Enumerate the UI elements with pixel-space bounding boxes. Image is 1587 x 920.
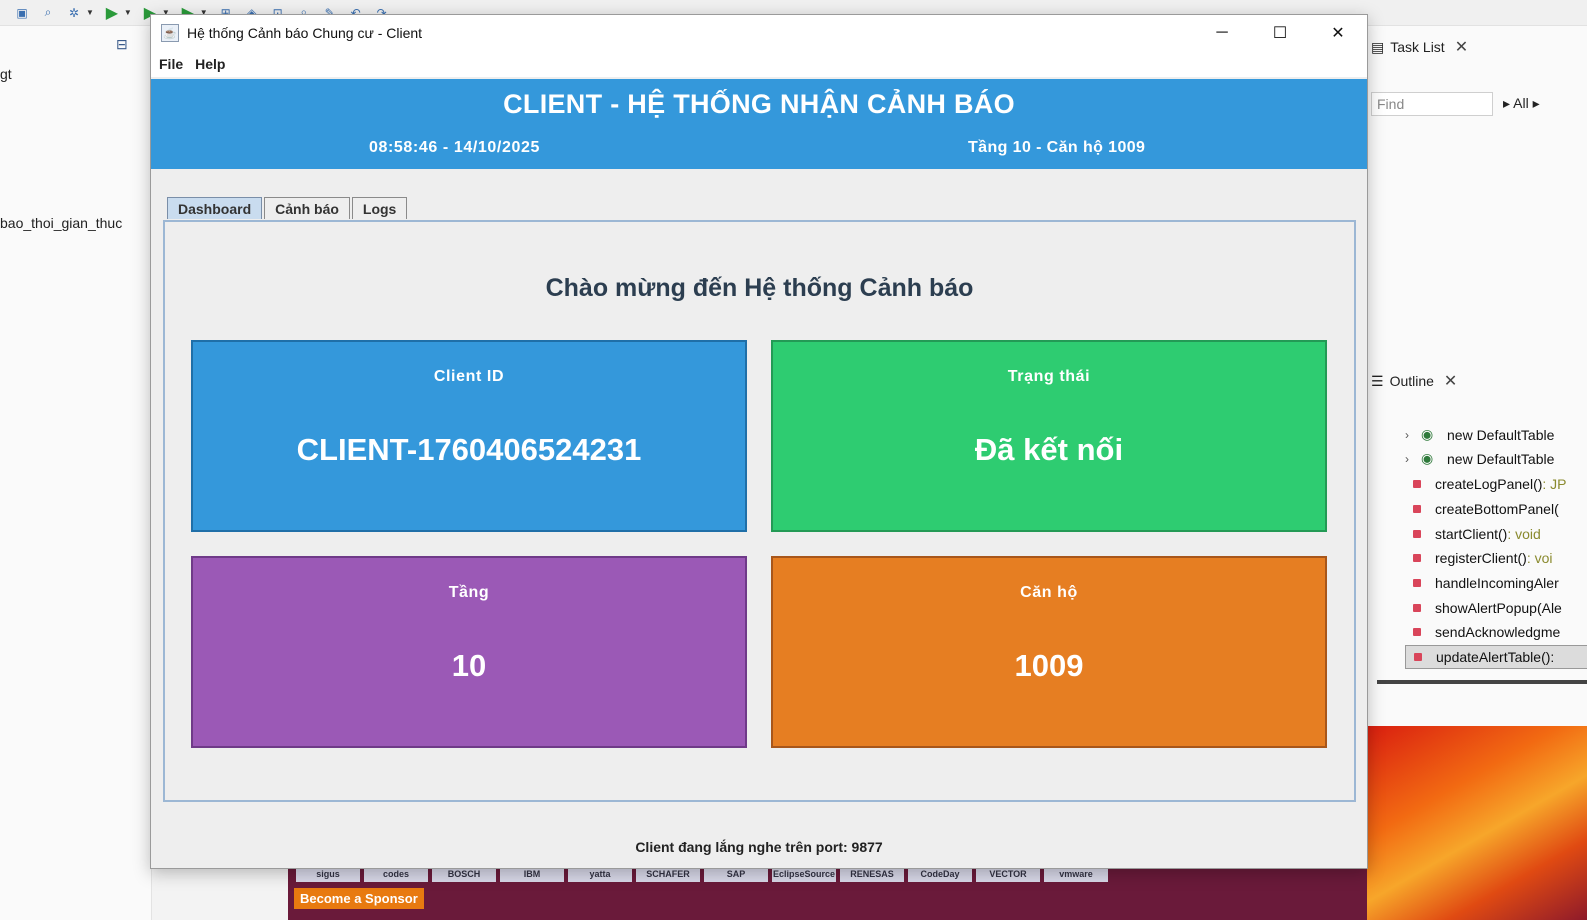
outline-item-type: : void bbox=[1507, 526, 1541, 542]
card-label: Căn hộ bbox=[1020, 584, 1078, 601]
outline-item[interactable]: › ◉ new DefaultTable bbox=[1367, 447, 1554, 471]
run-icon[interactable]: ▶ bbox=[104, 5, 120, 22]
client-window: ☕ Hệ thống Cảnh báo Chung cư - Client ─ … bbox=[150, 14, 1368, 869]
menu-bar: File Help bbox=[151, 51, 1367, 77]
dropdown-arrow-icon[interactable]: ▼ bbox=[86, 8, 94, 17]
client-id-card: Client ID CLIENT-1760406524231 bbox=[191, 340, 747, 532]
close-icon[interactable]: ✕ bbox=[1455, 37, 1468, 57]
outline-label: Outline bbox=[1389, 373, 1434, 389]
tree-item[interactable]: gt bbox=[0, 66, 12, 82]
header-datetime: 08:58:46 - 14/10/2025 bbox=[369, 139, 540, 156]
apartment-card: Căn hộ 1009 bbox=[771, 556, 1327, 748]
debug-icon[interactable]: ✲ bbox=[66, 5, 82, 21]
private-method-icon bbox=[1413, 505, 1421, 513]
chevron-right-icon[interactable]: › bbox=[1405, 428, 1421, 442]
tab-alerts[interactable]: Cảnh báo bbox=[264, 197, 350, 219]
outline-item[interactable]: showAlertPopup(Ale bbox=[1367, 596, 1562, 620]
outline-item[interactable]: sendAcknowledgme bbox=[1367, 620, 1560, 644]
outline-item-label: registerClient() bbox=[1435, 550, 1527, 566]
sponsor-strip: sigus codes BOSCH IBM yatta SCHAFER SAP … bbox=[288, 866, 1367, 920]
card-label: Tầng bbox=[448, 584, 490, 601]
dropdown-arrow-icon[interactable]: ▼ bbox=[124, 8, 132, 17]
horizontal-scrollbar[interactable] bbox=[1377, 680, 1587, 684]
outline-item-label: createLogPanel() bbox=[1435, 476, 1543, 492]
card-value: Đã kết nối bbox=[974, 432, 1124, 467]
private-method-icon bbox=[1413, 579, 1421, 587]
outline-item[interactable]: registerClient() : voi bbox=[1367, 546, 1553, 570]
outline-item-label: new DefaultTable bbox=[1447, 451, 1555, 467]
private-method-icon bbox=[1413, 530, 1421, 538]
anonymous-class-icon: ◉ bbox=[1421, 450, 1434, 466]
outline-item-label: showAlertPopup(Ale bbox=[1435, 600, 1562, 616]
task-list-tab[interactable]: ▤ Task List ✕ bbox=[1367, 34, 1468, 60]
desktop-wallpaper bbox=[1366, 726, 1587, 920]
card-value: CLIENT-1760406524231 bbox=[296, 432, 642, 467]
outline-item[interactable]: handleIncomingAler bbox=[1367, 571, 1559, 595]
outline-item[interactable]: › ◉ new DefaultTable bbox=[1367, 423, 1554, 447]
header-location: Tầng 10 - Căn hộ 1009 bbox=[968, 139, 1146, 156]
close-icon[interactable]: ✕ bbox=[1444, 371, 1457, 391]
status-card: Trạng thái Đã kết nối bbox=[771, 340, 1327, 532]
task-list-label: Task List bbox=[1390, 39, 1445, 55]
private-method-icon bbox=[1413, 628, 1421, 636]
title-bar[interactable]: ☕ Hệ thống Cảnh báo Chung cư - Client ─ … bbox=[151, 15, 1367, 51]
task-filter[interactable]: ▸ All ▸ bbox=[1503, 95, 1540, 112]
collapse-all-icon[interactable]: ⊟ bbox=[116, 36, 128, 53]
card-value: 10 bbox=[451, 648, 487, 683]
outline-item-label: createBottomPanel( bbox=[1435, 501, 1559, 517]
tab-dashboard[interactable]: Dashboard bbox=[167, 197, 263, 219]
tree-item[interactable]: bao_thoi_gian_thuc bbox=[0, 215, 122, 231]
outline-item-type: : bbox=[1550, 649, 1555, 665]
select-icon[interactable]: ⌕ bbox=[40, 5, 56, 21]
private-method-icon bbox=[1414, 653, 1422, 661]
warning-method-icon bbox=[1413, 604, 1421, 612]
outline-item-label: updateAlertTable() bbox=[1436, 649, 1551, 665]
outline-item-type: : voi bbox=[1526, 550, 1553, 566]
java-app-icon: ☕ bbox=[161, 24, 179, 42]
outline-item[interactable]: createBottomPanel( bbox=[1367, 497, 1559, 521]
tab-logs[interactable]: Logs bbox=[351, 197, 408, 219]
status-bar: Client đang lắng nghe trên port: 9877 bbox=[635, 839, 883, 855]
outline-item-label: sendAcknowledgme bbox=[1435, 624, 1561, 640]
menu-help[interactable]: Help bbox=[191, 56, 229, 72]
chevron-right-icon[interactable]: › bbox=[1405, 452, 1421, 466]
floor-card: Tầng 10 bbox=[191, 556, 747, 748]
tab-bar: Dashboard Cảnh báo Logs bbox=[167, 197, 409, 219]
welcome-heading: Chào mừng đến Hệ thống Cảnh báo bbox=[545, 274, 974, 302]
anonymous-class-icon: ◉ bbox=[1421, 426, 1434, 442]
card-label: Trạng thái bbox=[1007, 368, 1091, 385]
dashboard-panel: Chào mừng đến Hệ thống Cảnh báo Client I… bbox=[163, 220, 1356, 802]
card-value: 1009 bbox=[1014, 648, 1084, 683]
maximize-button[interactable]: ☐ bbox=[1251, 15, 1309, 51]
task-find-input[interactable]: Find bbox=[1371, 92, 1493, 116]
app-header: CLIENT - HỆ THỐNG NHẬN CẢNH BÁO 08:58:46… bbox=[151, 79, 1367, 169]
outline-item-label: new DefaultTable bbox=[1447, 427, 1555, 443]
outline-item-selected[interactable]: updateAlertTable() : bbox=[1405, 645, 1587, 669]
menu-file[interactable]: File bbox=[155, 56, 187, 72]
outline-item-type: : JP bbox=[1542, 476, 1567, 492]
header-title: CLIENT - HỆ THỐNG NHẬN CẢNH BÁO bbox=[503, 89, 1015, 119]
task-filter-label: All bbox=[1513, 95, 1529, 111]
become-sponsor-button[interactable]: Become a Sponsor bbox=[294, 888, 424, 909]
close-button[interactable]: ✕ bbox=[1309, 15, 1367, 51]
save-icon[interactable]: ▣ bbox=[14, 5, 30, 21]
right-views: ▤ Task List ✕ Find ▸ All ▸ ☰ Outline ✕ ›… bbox=[1366, 26, 1587, 726]
outline-item-label: startClient() bbox=[1435, 526, 1508, 542]
package-explorer: ⊟ gt bao_thoi_gian_thuc bbox=[0, 26, 152, 920]
outline-item-label: handleIncomingAler bbox=[1435, 575, 1559, 591]
outline-item[interactable]: startClient() : void bbox=[1367, 522, 1541, 546]
outline-icon: ☰ bbox=[1371, 372, 1384, 389]
private-method-icon bbox=[1413, 554, 1421, 562]
outline-item[interactable]: createLogPanel() : JP bbox=[1367, 472, 1567, 496]
card-label: Client ID bbox=[433, 368, 505, 385]
window-title: Hệ thống Cảnh báo Chung cư - Client bbox=[187, 25, 423, 41]
task-list-icon: ▤ bbox=[1371, 38, 1385, 55]
outline-tab[interactable]: ☰ Outline ✕ bbox=[1367, 368, 1457, 394]
minimize-button[interactable]: ─ bbox=[1193, 15, 1251, 51]
private-method-icon bbox=[1413, 480, 1421, 488]
